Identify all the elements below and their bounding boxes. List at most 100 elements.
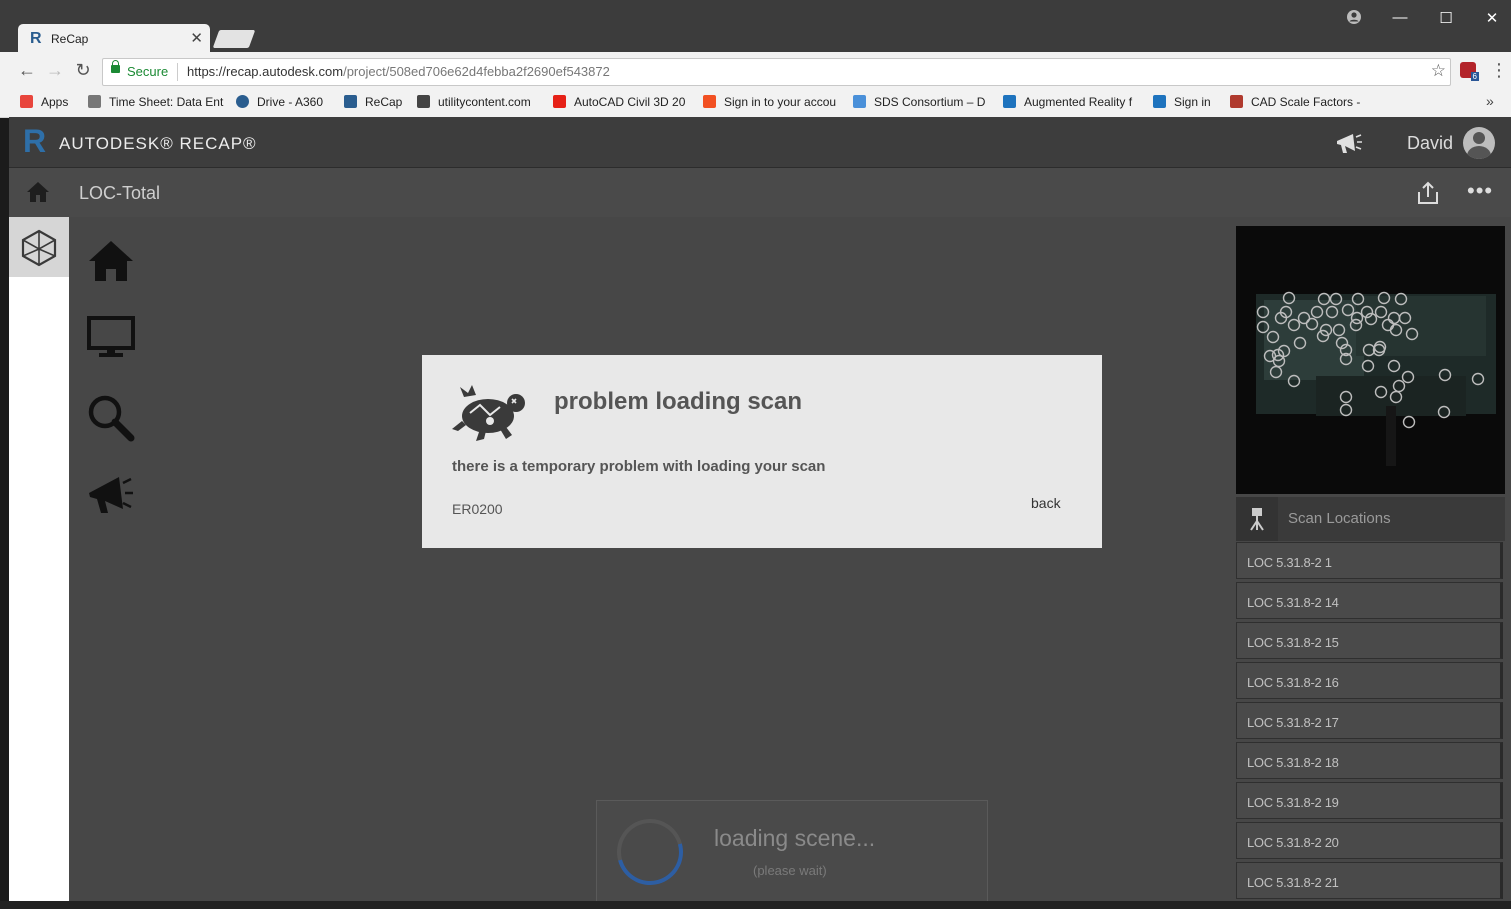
- scan-location-item[interactable]: LOC 5.31.8-2 1: [1236, 542, 1503, 579]
- scan-location-item[interactable]: LOC 5.31.8-2 17: [1236, 702, 1503, 739]
- scan-location-item[interactable]: LOC 5.31.8-2 16: [1236, 662, 1503, 699]
- forward-arrow-icon[interactable]: →: [44, 60, 66, 81]
- scan-location-label: LOC 5.31.8-2 16: [1247, 675, 1339, 690]
- scan-location-item[interactable]: LOC 5.31.8-2 14: [1236, 582, 1503, 619]
- bookmark-label: Drive - A360: [257, 95, 324, 109]
- back-button[interactable]: back: [1031, 495, 1061, 511]
- scan-location-label: LOC 5.31.8-2 1: [1247, 555, 1332, 570]
- back-arrow-icon[interactable]: ←: [16, 60, 38, 81]
- profile-icon[interactable]: [1344, 9, 1364, 29]
- sds-icon: [853, 95, 866, 108]
- lock-icon: [111, 60, 120, 73]
- bookmark-label: SDS Consortium – D: [874, 95, 986, 109]
- extension-icon[interactable]: 6: [1460, 62, 1479, 81]
- scan-location-label: LOC 5.31.8-2 15: [1247, 635, 1339, 650]
- bookmark-label: CAD Scale Factors -: [1251, 95, 1361, 109]
- bookmark-item[interactable]: SDS Consortium – D: [853, 95, 985, 109]
- browser-menu-icon[interactable]: ⋮: [1490, 60, 1508, 81]
- url-text[interactable]: https://recap.autodesk.com/project/508ed…: [187, 64, 610, 79]
- bookmark-item[interactable]: AutoCAD Civil 3D 20: [553, 95, 685, 109]
- broken-turtle-icon: [450, 383, 528, 448]
- bookmark-label: Sign in: [1174, 95, 1211, 109]
- scan-location-item[interactable]: LOC 5.31.8-2 20: [1236, 822, 1503, 859]
- bookmark-item[interactable]: ReCap: [344, 95, 402, 109]
- share-icon[interactable]: [1415, 180, 1441, 206]
- url-path: /project/508ed706e62d4febba2f2690ef54387…: [343, 64, 610, 79]
- project-bar: LOC-Total •••: [9, 168, 1511, 217]
- dialog-title: problem loading scan: [554, 388, 803, 415]
- bookmark-item[interactable]: utilitycontent.com: [417, 95, 531, 109]
- minimize-window-icon[interactable]: —: [1390, 9, 1410, 26]
- secure-label: Secure: [127, 64, 169, 79]
- recap-logo-icon: R: [23, 123, 47, 159]
- site-icon: [417, 95, 430, 108]
- scan-location-item[interactable]: LOC 5.31.8-2 19: [1236, 782, 1503, 819]
- reload-icon[interactable]: ↻: [72, 60, 94, 81]
- scan-location-item[interactable]: LOC 5.31.8-2 21: [1236, 862, 1503, 899]
- scan-location-label: LOC 5.31.8-2 21: [1247, 875, 1339, 890]
- home-icon[interactable]: [25, 180, 51, 204]
- dialog-message: there is a temporary problem with loadin…: [452, 458, 826, 475]
- search-icon[interactable]: [85, 392, 137, 444]
- loading-title: loading scene...: [714, 825, 876, 851]
- scan-minimap[interactable]: [1236, 226, 1505, 494]
- bookmark-item[interactable]: Sign in: [1153, 95, 1211, 109]
- url-host: https://recap.autodesk.com: [187, 64, 344, 79]
- home-view-icon[interactable]: [85, 237, 137, 289]
- loading-spinner-icon: [604, 806, 696, 898]
- browser-toolbar: ← → ↻ Secure https://recap.autodesk.com/…: [0, 52, 1511, 90]
- scan-location-label: LOC 5.31.8-2 18: [1247, 755, 1339, 770]
- bookmark-item[interactable]: Drive - A360: [236, 95, 323, 109]
- more-options-icon[interactable]: •••: [1467, 178, 1493, 204]
- loading-panel: loading scene... (please wait): [596, 800, 988, 903]
- bookmark-label: ReCap: [365, 95, 403, 109]
- scan-locations-header: Scan Locations: [1236, 497, 1505, 541]
- bookmark-label: Augmented Reality f: [1024, 95, 1133, 109]
- error-dialog: problem loading scan there is a temporar…: [422, 355, 1102, 548]
- browser-titlebar: R ReCap ✕ — ☐ ✕: [0, 0, 1511, 54]
- more-bookmarks-icon[interactable]: »: [1486, 93, 1494, 109]
- app-header: R AUTODESK® RECAP® David: [9, 117, 1511, 168]
- address-bar[interactable]: Secure https://recap.autodesk.com/projec…: [102, 58, 1451, 86]
- bookmark-label: Time Sheet: Data Ent: [109, 95, 224, 109]
- scan-location-item[interactable]: LOC 5.31.8-2 15: [1236, 622, 1503, 659]
- bookmark-item[interactable]: Apps: [20, 95, 68, 109]
- scan-location-label: LOC 5.31.8-2 20: [1247, 835, 1339, 850]
- extension-badge: 6: [1470, 72, 1479, 81]
- bookmark-label: utilitycontent.com: [438, 95, 531, 109]
- scan-marker[interactable]: [1402, 415, 1416, 429]
- scan-location-item[interactable]: LOC 5.31.8-2 18: [1236, 742, 1503, 779]
- recap-icon: [344, 95, 357, 108]
- microsoft-icon: [703, 95, 716, 108]
- bookmark-star-icon[interactable]: ☆: [1431, 61, 1446, 81]
- apps-grid-icon: [20, 95, 33, 108]
- bookmark-item[interactable]: Sign in to your accou: [703, 95, 836, 109]
- error-code: ER0200: [452, 501, 503, 517]
- maximize-window-icon[interactable]: ☐: [1436, 9, 1456, 27]
- close-window-icon[interactable]: ✕: [1482, 9, 1502, 27]
- recap-favicon-icon: R: [30, 30, 42, 47]
- browser-tab[interactable]: R ReCap ✕: [18, 24, 210, 54]
- page-icon: [88, 95, 101, 108]
- close-tab-icon[interactable]: ✕: [190, 29, 203, 47]
- bookmark-label: Sign in to your accou: [724, 95, 837, 109]
- scanner-tripod-icon: [1236, 497, 1278, 541]
- bookmark-item[interactable]: Augmented Reality f: [1003, 95, 1132, 109]
- window-bottom-edge: [0, 901, 1511, 909]
- at-icon: [1230, 95, 1243, 108]
- avatar[interactable]: [1463, 127, 1495, 159]
- tab-title: ReCap: [51, 32, 89, 46]
- loading-subtitle: (please wait): [753, 863, 827, 878]
- project-title: LOC-Total: [79, 183, 161, 203]
- announcements-tool-icon[interactable]: [85, 469, 137, 521]
- display-icon[interactable]: [85, 315, 137, 367]
- bookmark-item[interactable]: Time Sheet: Data Ent: [88, 95, 223, 109]
- bookmark-label: Apps: [41, 95, 69, 109]
- new-tab-button[interactable]: [212, 30, 256, 48]
- bookmark-item[interactable]: CAD Scale Factors -: [1230, 95, 1360, 109]
- user-name[interactable]: David: [1407, 133, 1453, 154]
- announcements-icon[interactable]: [1335, 131, 1363, 161]
- scan-view-button[interactable]: [9, 217, 69, 277]
- minimap-image: [1256, 291, 1496, 466]
- scan-locations-title: Scan Locations: [1288, 510, 1391, 527]
